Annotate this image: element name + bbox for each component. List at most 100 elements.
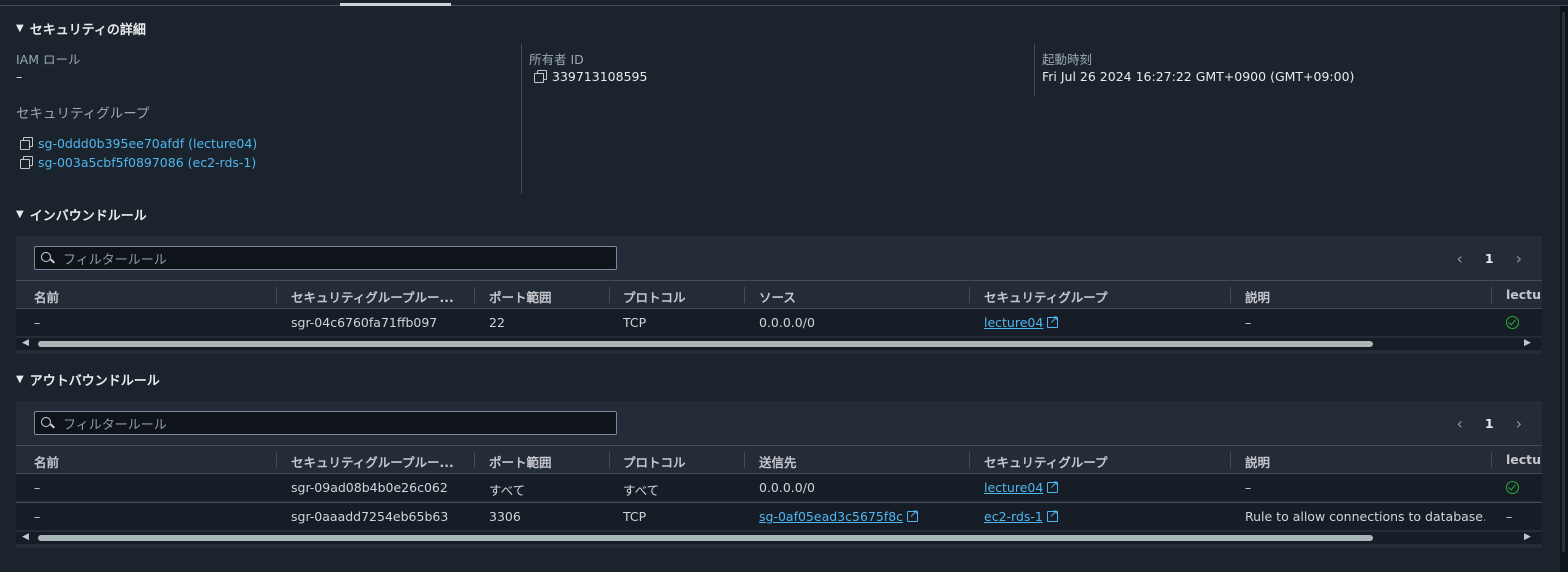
chevron-right-icon[interactable]: › bbox=[1516, 414, 1522, 433]
search-icon bbox=[41, 417, 53, 429]
inbound-rules-table: フィルタールール ‹ 1 › 名前 セキュリティグループルー... ポート範囲 … bbox=[16, 236, 1542, 354]
caret-down-icon: ▼ bbox=[16, 374, 24, 385]
chevron-right-icon[interactable]: › bbox=[1516, 249, 1522, 268]
table-row: – sgr-04c6760fa71ffb097 22 TCP 0.0.0.0/0… bbox=[16, 308, 1542, 336]
external-link-icon bbox=[1046, 509, 1058, 522]
name-cell: – bbox=[34, 315, 41, 330]
description-cell: – bbox=[1245, 315, 1252, 330]
security-group-link[interactable]: sg-0ddd0b395ee70afdf (lecture04) bbox=[20, 136, 257, 151]
column-header[interactable]: セキュリティグループルー... bbox=[291, 452, 466, 471]
protocol-cell: すべて bbox=[623, 483, 660, 498]
column-header[interactable]: lectur bbox=[1506, 452, 1542, 467]
active-tab-indicator bbox=[340, 3, 451, 6]
caret-down-icon: ▼ bbox=[16, 23, 24, 34]
page-number[interactable]: 1 bbox=[1485, 251, 1494, 266]
column-header[interactable]: セキュリティグループルー... bbox=[291, 287, 466, 306]
column-header[interactable]: ポート範囲 bbox=[489, 287, 552, 306]
description-cell: – bbox=[1245, 480, 1252, 495]
horizontal-scrollbar[interactable]: ◀ ▶ bbox=[16, 338, 1542, 350]
destination-link[interactable]: sg-0af05ead3c5675f8c bbox=[759, 509, 919, 524]
column-resizer[interactable] bbox=[969, 452, 970, 468]
source-cell: 0.0.0.0/0 bbox=[759, 315, 815, 330]
scroll-right-icon[interactable]: ▶ bbox=[1524, 532, 1531, 542]
column-resizer[interactable] bbox=[276, 452, 277, 468]
column-resizer[interactable] bbox=[609, 452, 610, 468]
column-header[interactable]: 説明 bbox=[1245, 452, 1270, 471]
iam-role-value: – bbox=[16, 69, 23, 84]
column-header[interactable]: ソース bbox=[759, 287, 796, 306]
page-number[interactable]: 1 bbox=[1485, 416, 1494, 431]
column-header[interactable]: プロトコル bbox=[623, 452, 686, 471]
name-cell: – bbox=[34, 509, 41, 524]
horizontal-scrollbar[interactable]: ◀ ▶ bbox=[16, 532, 1542, 544]
copy-icon[interactable] bbox=[20, 137, 33, 150]
owner-id-value: 339713108595 bbox=[534, 69, 647, 84]
column-resizer[interactable] bbox=[1230, 452, 1231, 468]
section-title: セキュリティの詳細 bbox=[29, 23, 146, 38]
column-header[interactable]: 送信先 bbox=[759, 452, 797, 471]
launch-time-value: Fri Jul 26 2024 16:27:22 GMT+0900 (GMT+0… bbox=[1042, 69, 1355, 84]
filter-input[interactable]: フィルタールール bbox=[34, 246, 617, 270]
security-group-link[interactable]: lecture04 bbox=[984, 315, 1059, 330]
column-header[interactable]: 名前 bbox=[34, 452, 59, 471]
description-cell: Rule to allow connections to database… bbox=[1245, 509, 1485, 524]
column-resizer[interactable] bbox=[474, 287, 475, 303]
copy-icon[interactable] bbox=[534, 70, 547, 83]
column-header[interactable]: lecture bbox=[1506, 287, 1542, 302]
column-header[interactable]: 名前 bbox=[34, 287, 59, 306]
security-group-link[interactable]: ec2-rds-1 bbox=[984, 509, 1058, 524]
section-title: アウトバウンドルール bbox=[29, 374, 160, 389]
chevron-left-icon[interactable]: ‹ bbox=[1456, 414, 1462, 433]
tab-bar bbox=[0, 0, 1568, 6]
security-group-link[interactable]: lecture04 bbox=[984, 480, 1059, 495]
scroll-left-icon[interactable]: ◀ bbox=[22, 532, 29, 542]
pagination: ‹ 1 › bbox=[1456, 414, 1522, 433]
column-header[interactable]: プロトコル bbox=[623, 287, 686, 306]
column-resizer[interactable] bbox=[609, 287, 610, 303]
protocol-cell: TCP bbox=[623, 315, 647, 330]
column-resizer[interactable] bbox=[1491, 287, 1492, 303]
rule-id-cell: sgr-04c6760fa71ffb097 bbox=[291, 315, 438, 330]
scroll-right-icon[interactable]: ▶ bbox=[1524, 338, 1531, 348]
column-resizer[interactable] bbox=[1491, 452, 1492, 468]
copy-icon[interactable] bbox=[20, 156, 33, 169]
check-circle-icon bbox=[1506, 481, 1519, 497]
launch-time-label: 起動時刻 bbox=[1042, 52, 1093, 67]
inbound-rules-header[interactable]: ▼ インバウンドルール bbox=[16, 205, 147, 224]
rule-id-cell: sgr-09ad08b4b0e26c062 bbox=[291, 480, 448, 495]
security-details-header[interactable]: ▼ セキュリティの詳細 bbox=[16, 19, 146, 38]
owner-id-label: 所有者 ID bbox=[529, 52, 584, 67]
caret-down-icon: ▼ bbox=[16, 209, 24, 220]
external-link-icon bbox=[1047, 480, 1059, 493]
page-scrollbar[interactable] bbox=[1560, 6, 1568, 572]
column-header[interactable]: セキュリティグループ bbox=[984, 287, 1108, 306]
column-resizer[interactable] bbox=[969, 287, 970, 303]
column-header[interactable]: セキュリティグループ bbox=[984, 452, 1108, 471]
chevron-left-icon[interactable]: ‹ bbox=[1456, 249, 1462, 268]
column-header[interactable]: 説明 bbox=[1245, 287, 1270, 306]
column-resizer[interactable] bbox=[744, 287, 745, 303]
name-cell: – bbox=[34, 480, 41, 495]
column-divider bbox=[1034, 44, 1035, 96]
table-row: – sgr-0aaadd7254eb65b63 3306 TCP sg-0af0… bbox=[16, 502, 1542, 530]
column-resizer[interactable] bbox=[1230, 287, 1231, 303]
column-resizer[interactable] bbox=[474, 452, 475, 468]
scrollbar-thumb[interactable] bbox=[38, 341, 1373, 347]
destination-cell: 0.0.0.0/0 bbox=[759, 480, 815, 495]
security-groups-label: セキュリティグループ bbox=[16, 106, 150, 122]
pagination: ‹ 1 › bbox=[1456, 249, 1522, 268]
filter-input[interactable]: フィルタールール bbox=[34, 411, 617, 435]
outbound-rules-table: フィルタールール ‹ 1 › 名前 セキュリティグループルー... ポート範囲 … bbox=[16, 401, 1542, 548]
section-title: インバウンドルール bbox=[29, 209, 147, 224]
scrollbar-thumb[interactable] bbox=[38, 535, 1373, 541]
outbound-rules-header[interactable]: ▼ アウトバウンドルール bbox=[16, 370, 160, 389]
port-cell: 3306 bbox=[489, 509, 521, 524]
port-cell: 22 bbox=[489, 315, 505, 330]
column-resizer[interactable] bbox=[744, 452, 745, 468]
scroll-left-icon[interactable]: ◀ bbox=[22, 338, 29, 348]
column-header[interactable]: ポート範囲 bbox=[489, 452, 552, 471]
extra-cell: – bbox=[1506, 509, 1513, 524]
column-resizer[interactable] bbox=[276, 287, 277, 303]
security-group-link[interactable]: sg-003a5cbf5f0897086 (ec2-rds-1) bbox=[20, 155, 256, 170]
search-icon bbox=[41, 252, 53, 264]
